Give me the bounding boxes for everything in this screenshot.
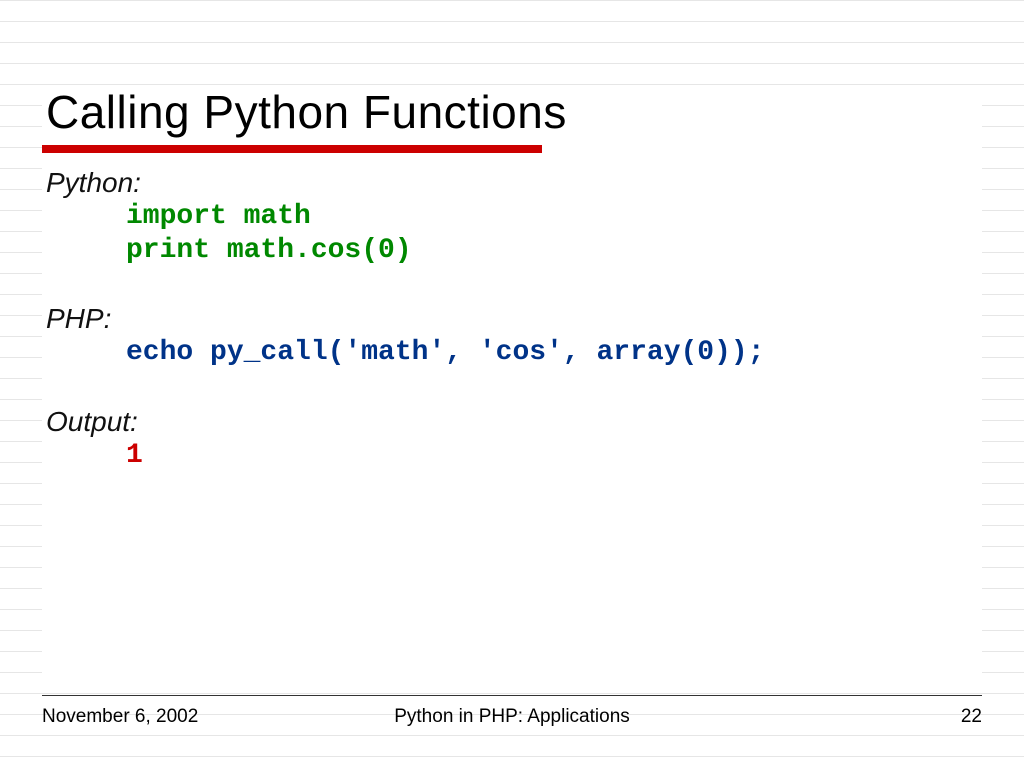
output-line-1: 1 xyxy=(46,439,982,473)
php-label: PHP: xyxy=(46,301,982,336)
slide-footer: November 6, 2002 Python in PHP: Applicat… xyxy=(42,706,982,728)
php-code-line-1: echo py_call('math', 'cos', array(0)); xyxy=(46,336,982,370)
footer-divider xyxy=(42,695,982,696)
footer-page-number: 22 xyxy=(961,706,982,728)
footer-date: November 6, 2002 xyxy=(42,706,198,728)
output-label: Output: xyxy=(46,404,982,439)
slide-content: Calling Python Functions Python: import … xyxy=(42,85,982,472)
slide-title: Calling Python Functions xyxy=(42,85,982,139)
python-label: Python: xyxy=(46,165,982,200)
python-code-line-2: print math.cos(0) xyxy=(46,234,982,268)
python-code-line-1: import math xyxy=(46,200,982,234)
slide-body: Python: import math print math.cos(0) PH… xyxy=(42,163,982,472)
title-underline xyxy=(42,145,542,153)
